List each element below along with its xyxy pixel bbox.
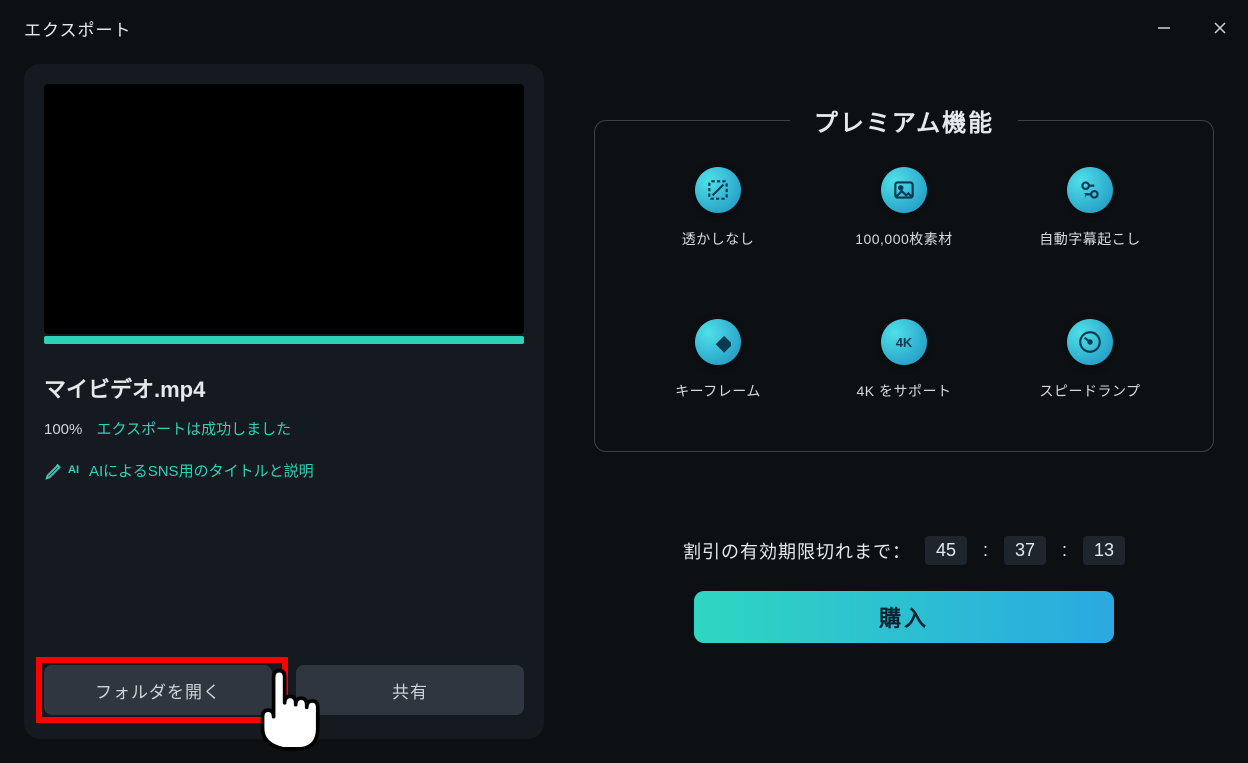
feature-keyframe: キーフレーム [635, 319, 801, 401]
export-status: 100% エクスポートは成功しました [44, 418, 524, 439]
feature-label: スピードランプ [1039, 381, 1140, 401]
countdown-seconds: 13 [1083, 536, 1125, 565]
minimize-button[interactable] [1152, 16, 1176, 40]
feature-4k: 4K 4K をサポート [821, 319, 987, 401]
subtitle-icon: T [1067, 167, 1113, 213]
close-button[interactable] [1208, 16, 1232, 40]
video-preview [44, 84, 524, 334]
open-folder-button[interactable]: フォルダを開く [44, 665, 272, 715]
feature-auto-subtitle: T 自動字幕起こし [1007, 167, 1173, 249]
premium-panel: プレミアム機能 透かしなし 100,000枚素材 T [594, 120, 1214, 452]
feature-label: 自動字幕起こし [1039, 229, 1141, 249]
export-filename: マイビデオ.mp4 [44, 372, 524, 404]
buy-button[interactable]: 購入 [694, 591, 1114, 643]
countdown-label: 割引の有効期限切れまで： [683, 538, 911, 564]
no-watermark-icon [695, 167, 741, 213]
status-message: エクスポートは成功しました [97, 421, 292, 438]
countdown: 割引の有効期限切れまで： 45 : 37 : 13 [683, 536, 1125, 565]
feature-label: 100,000枚素材 [855, 229, 953, 249]
svg-text:T: T [1084, 193, 1088, 200]
feature-label: キーフレーム [675, 381, 761, 401]
countdown-hours: 45 [925, 536, 967, 565]
feature-stock-media: 100,000枚素材 [821, 167, 987, 249]
feature-speed-ramp: スピードランプ [1007, 319, 1173, 401]
feature-label: 4K をサポート [856, 381, 951, 401]
progress-bar [44, 336, 524, 344]
4k-icon: 4K [881, 319, 927, 365]
image-icon [881, 167, 927, 213]
gauge-icon [1067, 319, 1113, 365]
feature-label: 透かしなし [682, 229, 755, 249]
ai-sns-titles-link[interactable]: AI AIによるSNS用のタイトルと説明 [44, 459, 524, 481]
feature-no-watermark: 透かしなし [635, 167, 801, 249]
share-button[interactable]: 共有 [296, 665, 524, 715]
progress-percent: 100% [44, 421, 82, 438]
pencil-ai-icon: AI [44, 459, 79, 481]
window-title: エクスポート [24, 16, 132, 41]
ai-link-label: AIによるSNS用のタイトルと説明 [89, 460, 314, 481]
keyframe-icon [695, 319, 741, 365]
countdown-minutes: 37 [1004, 536, 1046, 565]
premium-title: プレミアム機能 [790, 103, 1018, 138]
